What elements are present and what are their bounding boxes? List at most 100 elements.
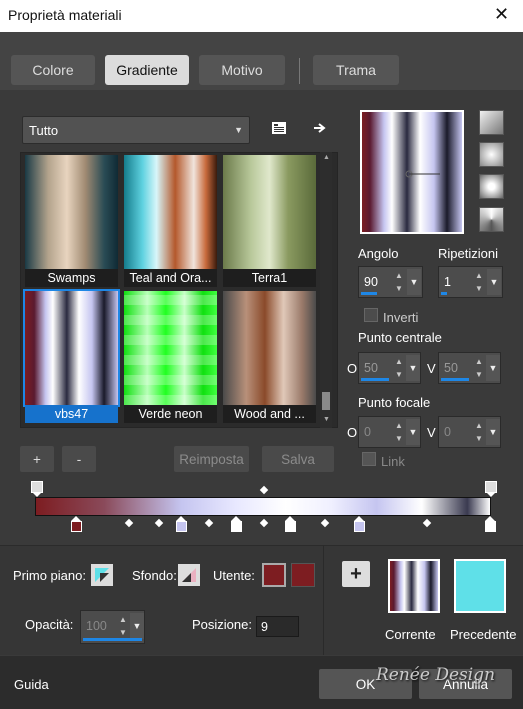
tab-colore[interactable]: Colore xyxy=(11,55,95,85)
chevron-down-icon: ▼ xyxy=(234,125,243,135)
center-h-label: O xyxy=(347,361,358,376)
color-stop-white[interactable] xyxy=(231,516,242,532)
color-stop-white[interactable] xyxy=(285,516,296,532)
previous-label: Precedente xyxy=(450,627,517,642)
transparency-midpoint[interactable] xyxy=(259,485,269,495)
tab-separator xyxy=(299,58,300,84)
color-midpoint[interactable] xyxy=(320,518,330,528)
spinner-arrows-icon[interactable]: ▲ ▼ xyxy=(393,419,405,445)
gradient-label: Terra1 xyxy=(223,269,316,287)
center-h-spinner[interactable]: 50 ▲ ▼ ▼ xyxy=(358,352,421,384)
gradient-preview[interactable] xyxy=(360,110,464,234)
invert-checkbox[interactable] xyxy=(364,308,378,322)
user-color-swatch[interactable] xyxy=(262,563,286,587)
window-title: Proprietà materiali xyxy=(8,7,122,23)
spinner-arrows-icon[interactable]: ▲ ▼ xyxy=(473,269,485,295)
focal-point-label: Punto focale xyxy=(358,395,431,410)
style-radial-button[interactable] xyxy=(479,207,504,232)
color-midpoint[interactable] xyxy=(154,518,164,528)
link-checkbox[interactable] xyxy=(362,452,376,466)
reset-button[interactable]: Reimposta xyxy=(174,446,249,472)
watermark: Renée Design xyxy=(376,665,496,685)
gradient-item-swamps[interactable]: Swamps xyxy=(25,155,118,287)
center-v-spinner[interactable]: 50 ▲ ▼ ▼ xyxy=(438,352,501,384)
current-swatch[interactable] xyxy=(388,559,440,613)
spinner-arrows-icon[interactable]: ▲ ▼ xyxy=(393,355,405,381)
help-link[interactable]: Guida xyxy=(14,677,49,692)
style-linear-button[interactable] xyxy=(479,110,504,135)
spinner-arrows-icon[interactable]: ▲ ▼ xyxy=(473,419,485,445)
gradient-item-vbs47[interactable]: vbs47 xyxy=(23,289,120,423)
scrollbar-thumb[interactable] xyxy=(322,392,330,410)
color-midpoint[interactable] xyxy=(204,518,214,528)
chevron-down-icon[interactable]: ▼ xyxy=(407,269,421,295)
gradient-item-teal-orange[interactable]: Teal and Ora... xyxy=(124,155,217,287)
repeats-progress xyxy=(441,292,447,295)
angle-spinner[interactable]: 90 ▲ ▼ ▼ xyxy=(358,266,423,298)
user-color-picker[interactable] xyxy=(291,563,315,587)
style-rectangular-button[interactable] xyxy=(479,142,504,167)
tab-motivo[interactable]: Motivo xyxy=(199,55,285,85)
color-midpoint[interactable] xyxy=(259,518,269,528)
gradient-item-wood[interactable]: Wood and ... xyxy=(223,291,316,423)
title-bar: Proprietà materiali ✕ xyxy=(0,0,523,32)
chevron-down-icon[interactable]: ▼ xyxy=(486,419,500,445)
scroll-up-icon[interactable]: ▲ xyxy=(323,154,330,161)
transparency-stop-left[interactable] xyxy=(31,481,43,497)
focal-h-value: 0 xyxy=(364,425,371,439)
add-gradient-button[interactable]: + xyxy=(20,446,54,472)
focal-v-value: 0 xyxy=(444,425,451,439)
angle-value: 90 xyxy=(364,275,378,289)
gradient-label: Teal and Ora... xyxy=(124,269,217,287)
focal-h-spinner[interactable]: 0 ▲ ▼ ▼ xyxy=(358,416,421,448)
repeats-label: Ripetizioni xyxy=(438,246,498,261)
chevron-down-icon[interactable]: ▼ xyxy=(406,355,420,381)
tab-trama[interactable]: Trama xyxy=(313,55,399,85)
color-stop-dark-red[interactable] xyxy=(71,516,82,532)
opacity-spinner[interactable]: 100 ▲ ▼ ▼ xyxy=(80,610,145,644)
gradient-label: Swamps xyxy=(25,269,118,287)
gradient-swatch xyxy=(223,291,316,405)
library-icon[interactable] xyxy=(268,117,290,139)
spinner-arrows-icon[interactable]: ▲ ▼ xyxy=(117,613,129,639)
scroll-down-icon[interactable]: ▼ xyxy=(323,416,330,423)
focal-v-spinner[interactable]: 0 ▲ ▼ ▼ xyxy=(438,416,501,448)
color-stop-lavender[interactable] xyxy=(354,516,365,532)
arrow-right-icon[interactable] xyxy=(309,117,331,139)
chevron-down-icon[interactable]: ▼ xyxy=(130,613,144,639)
repeats-spinner[interactable]: 1 ▲ ▼ ▼ xyxy=(438,266,503,298)
gradient-list-scrollbar[interactable]: ▲ ▼ xyxy=(320,152,332,428)
center-v-value: 50 xyxy=(444,361,458,375)
add-to-swatches-button[interactable]: + xyxy=(342,561,370,587)
gradient-item-terra1[interactable]: Terra1 xyxy=(223,155,316,287)
color-stop-lavender[interactable] xyxy=(176,516,187,532)
opacity-value: 100 xyxy=(86,619,107,633)
chevron-down-icon[interactable]: ▼ xyxy=(487,269,501,295)
gradient-item-verde-neon[interactable]: Verde neon xyxy=(124,291,217,423)
gradient-editor-bar[interactable] xyxy=(35,497,491,516)
position-input[interactable]: 9 xyxy=(256,616,299,637)
panel-divider xyxy=(323,545,324,655)
angle-handle-icon[interactable] xyxy=(404,168,444,180)
tab-gradiente[interactable]: Gradiente xyxy=(105,55,189,85)
previous-swatch-fill xyxy=(456,561,504,611)
color-midpoint[interactable] xyxy=(422,518,432,528)
previous-swatch[interactable] xyxy=(454,559,506,613)
transparency-stop-right[interactable] xyxy=(485,481,497,497)
chevron-down-icon[interactable]: ▼ xyxy=(486,355,500,381)
close-button[interactable]: ✕ xyxy=(494,4,509,25)
remove-gradient-button[interactable]: - xyxy=(62,446,96,472)
foreground-swatch[interactable] xyxy=(91,564,113,586)
color-stop-white[interactable] xyxy=(485,516,496,532)
color-midpoint[interactable] xyxy=(124,518,134,528)
foreground-label: Primo piano: xyxy=(13,568,86,583)
background-swatch[interactable] xyxy=(178,564,200,586)
save-gradient-button[interactable]: Salva xyxy=(262,446,334,472)
center-v-label: V xyxy=(427,361,436,376)
spinner-arrows-icon[interactable]: ▲ ▼ xyxy=(473,355,485,381)
style-sunburst-button[interactable] xyxy=(479,174,504,199)
category-dropdown[interactable]: Tutto ▼ xyxy=(22,116,250,144)
spinner-arrows-icon[interactable]: ▲ ▼ xyxy=(393,269,405,295)
gradient-swatch xyxy=(223,155,316,269)
chevron-down-icon[interactable]: ▼ xyxy=(406,419,420,445)
